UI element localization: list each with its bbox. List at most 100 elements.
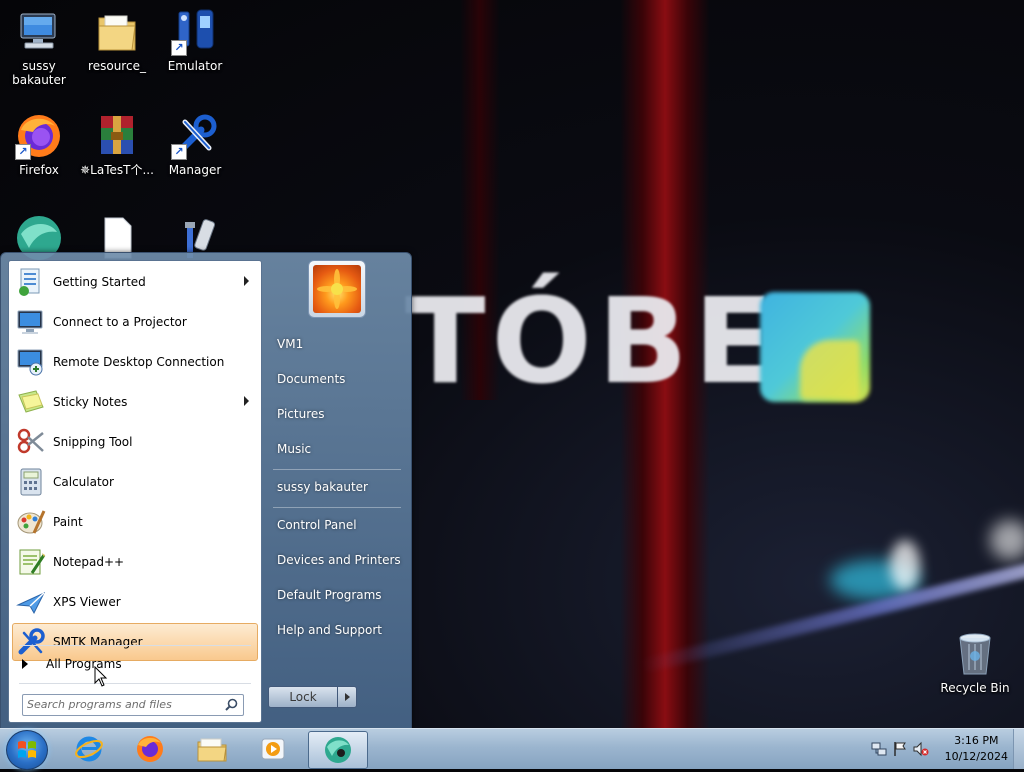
places-vm1[interactable]: VM1 [269,330,411,358]
all-programs-button[interactable]: All Programs [12,651,256,677]
places-user-folder[interactable]: sussy bakauter [269,473,411,501]
explorer-folder-icon [197,738,227,762]
divider [19,683,251,684]
divider [19,645,251,646]
desktop-icon-label: Emulator [167,59,223,73]
program-label: Paint [53,515,83,529]
scissors-icon [15,426,47,458]
winrar-icon [93,112,141,160]
taskbar-media-player[interactable] [244,731,302,767]
recycle-bin-icon [951,630,999,678]
start-button[interactable] [6,730,48,770]
places-documents[interactable]: Documents [269,365,411,393]
program-label: Sticky Notes [53,395,128,409]
action-center-flag-icon[interactable] [892,741,908,757]
search-input[interactable] [27,696,217,712]
places-control-panel[interactable]: Control Panel [269,511,411,539]
desktop-icon-label: resource_ [88,59,146,73]
desktop-icon-label: Firefox [19,163,59,177]
emulator-icon: ↗ [171,8,219,56]
desktop-icon-label: Recycle Bin [940,681,1010,695]
program-sticky-notes[interactable]: Sticky Notes [12,383,258,421]
desktop-icon-computer[interactable]: sussy bakauter [1,8,77,87]
projector-icon [15,306,47,338]
network-icon[interactable] [871,741,887,757]
media-player-icon [261,738,285,760]
internet-explorer-icon [75,736,103,762]
power-options-button[interactable] [338,686,357,708]
taskbar-internet-explorer[interactable] [60,731,118,767]
mouse-cursor-icon [94,665,108,691]
program-label: XPS Viewer [53,595,121,609]
system-tray: 3:16 PM 10/12/2024 [854,729,1024,769]
clock[interactable]: 3:16 PM 10/12/2024 [945,733,1008,765]
wallpaper-glow [890,540,920,590]
volume-muted-icon[interactable] [913,741,929,757]
app-globe-icon [325,737,351,763]
windows-logo-icon [18,741,36,758]
firefox-icon: ↗ [15,112,63,160]
wallpaper-text: TÓBE [405,272,781,410]
submenu-arrow-icon[interactable] [244,396,249,406]
folder-icon [93,8,141,56]
search-icon[interactable] [225,698,238,714]
start-menu-programs-pane: Getting Started Connect to a Projector R… [8,260,262,723]
start-menu-places-pane: VM1 Documents Pictures Music sussy bakau… [263,253,411,729]
notepadpp-icon [15,546,47,578]
power-button-group: Lock [268,686,358,708]
shortcut-arrow-icon: ↗ [171,40,187,56]
triangle-right-icon [22,659,28,669]
desktop-icon-label: ✵LaTesT个... [80,163,154,177]
desktop-icon-recycle-bin[interactable]: Recycle Bin [937,630,1013,695]
program-label: Calculator [53,475,114,489]
manager-tools-icon: ↗ [171,112,219,160]
sticky-notes-icon [15,386,47,418]
desktop-icon-resource-folder[interactable]: resource_ [79,8,155,73]
lock-button[interactable]: Lock [268,686,338,708]
wallpaper-logo-accent [800,340,860,400]
start-menu: Getting Started Connect to a Projector R… [0,252,412,730]
triangle-right-icon [344,693,350,701]
desktop-icon-emulator[interactable]: ↗ Emulator [157,8,233,73]
desktop-icon-manager[interactable]: ↗ Manager [157,112,233,177]
clock-time: 3:16 PM [954,734,999,747]
desktop-icon-firefox[interactable]: ↗ Firefox [1,112,77,177]
taskbar-app-active[interactable] [308,731,368,769]
taskbar-windows-explorer[interactable] [183,731,241,767]
divider [273,507,401,508]
calculator-icon [15,466,47,498]
program-snipping-tool[interactable]: Snipping Tool [12,423,258,461]
places-music[interactable]: Music [269,435,411,463]
program-label: Snipping Tool [53,435,133,449]
desktop-icon-latest-archive[interactable]: ✵LaTesT个... [79,112,155,177]
program-calculator[interactable]: Calculator [12,463,258,501]
taskbar-firefox[interactable] [121,731,179,767]
wallpaper-glow [990,520,1024,560]
shortcut-arrow-icon: ↗ [171,144,187,160]
program-getting-started[interactable]: Getting Started [12,263,258,301]
pinned-program-list: Getting Started Connect to a Projector R… [9,261,261,661]
program-label: SMTK Manager [53,635,143,649]
paint-icon [15,506,47,538]
desktop-icon-label: Manager [168,163,222,177]
places-devices-printers[interactable]: Devices and Printers [269,546,411,574]
program-paint[interactable]: Paint [12,503,258,541]
submenu-arrow-icon[interactable] [244,276,249,286]
user-avatar[interactable] [308,260,366,318]
xps-viewer-icon [15,586,47,618]
places-help-support[interactable]: Help and Support [269,616,411,644]
computer-icon [15,8,63,56]
places-default-programs[interactable]: Default Programs [269,581,411,609]
program-notepadpp[interactable]: Notepad++ [12,543,258,581]
all-programs-label: All Programs [46,657,122,671]
show-desktop-button[interactable] [1013,729,1024,769]
desktop-icon-label: sussy bakauter [12,59,66,87]
divider [273,469,401,470]
program-connect-projector[interactable]: Connect to a Projector [12,303,258,341]
clock-date: 10/12/2024 [944,750,1008,763]
program-remote-desktop[interactable]: Remote Desktop Connection [12,343,258,381]
start-search-box[interactable] [22,694,244,716]
program-xps-viewer[interactable]: XPS Viewer [12,583,258,621]
program-label: Connect to a Projector [53,315,187,329]
places-pictures[interactable]: Pictures [269,400,411,428]
